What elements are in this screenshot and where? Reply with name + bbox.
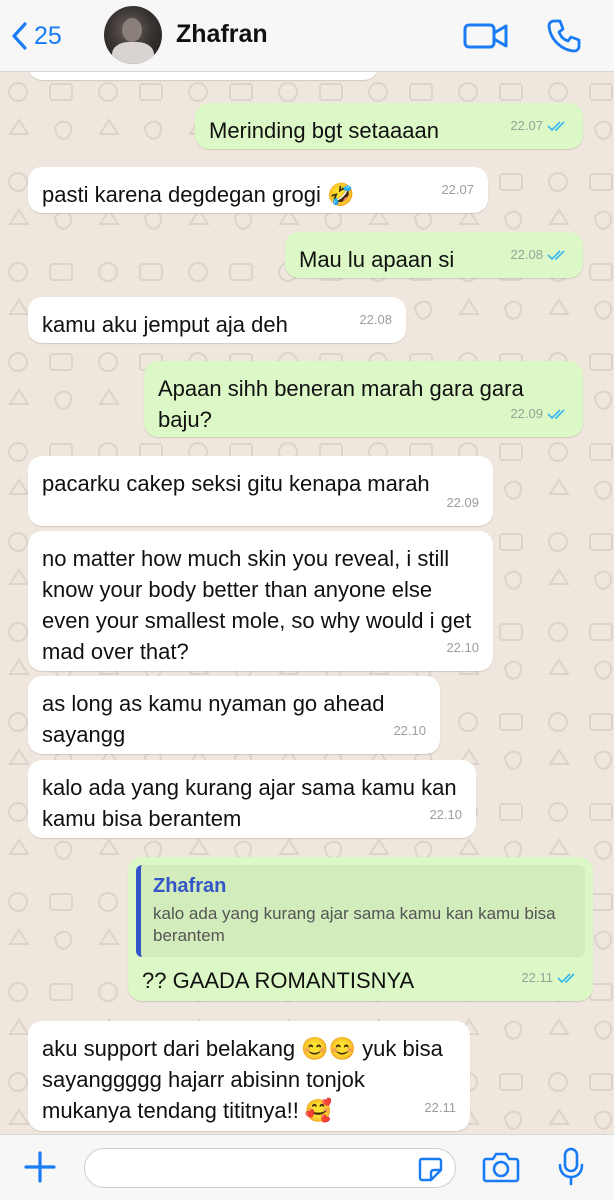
message-text: ?? GAADA ROMANTISNYA: [142, 968, 415, 993]
message-bubble-incoming[interactable]: pacarku cakep seksi gitu kenapa marah 22…: [28, 456, 493, 526]
message-meta: 22.11: [521, 962, 579, 993]
message-time: 22.10: [446, 640, 479, 655]
microphone-button[interactable]: [556, 1147, 586, 1192]
message-time: 22.09: [446, 495, 479, 510]
chat-header: 25 Zhafran: [0, 0, 614, 72]
message-time: 22.08: [510, 247, 543, 262]
message-bubble-partial: [28, 72, 378, 80]
message-meta: 22.09: [510, 398, 569, 429]
message-meta: 22.10: [393, 715, 426, 746]
message-bubble-incoming[interactable]: no matter how much skin you reveal, i st…: [28, 531, 493, 671]
message-list[interactable]: Merinding bgt setaaaan 22.07 pasti karen…: [0, 72, 614, 1134]
message-meta: 22.08: [359, 304, 392, 335]
message-time: 22.11: [424, 1100, 456, 1115]
message-time: 22.11: [521, 970, 553, 985]
message-bubble-reply[interactable]: Zhafran kalo ada yang kurang ajar sama k…: [128, 857, 593, 1001]
double-check-icon: [547, 249, 565, 260]
message-meta: 22.10: [429, 799, 462, 830]
message-meta: 22.08: [510, 239, 569, 270]
microphone-icon: [558, 1147, 584, 1186]
chevron-left-icon: [12, 22, 27, 50]
video-call-icon: [463, 23, 508, 49]
message-text: aku support dari belakang 😊😊 yuk bisa sa…: [42, 1036, 443, 1123]
message-meta: 22.10: [446, 632, 479, 663]
quoted-author: Zhafran: [153, 875, 227, 897]
quoted-text: kalo ada yang kurang ajar sama kamu kan …: [153, 904, 556, 945]
camera-icon: [482, 1152, 520, 1183]
message-text: pasti karena degdegan grogi 🤣: [42, 182, 355, 207]
message-meta: 22.11: [424, 1092, 456, 1123]
message-bubble-incoming[interactable]: aku support dari belakang 😊😊 yuk bisa sa…: [28, 1021, 470, 1131]
message-bubble-incoming[interactable]: kamu aku jemput aja deh 22.08: [28, 297, 406, 343]
sticker-icon: [418, 1157, 443, 1182]
composer-bar: [0, 1134, 614, 1200]
message-time: 22.07: [441, 182, 474, 197]
message-meta: 22.09: [446, 487, 479, 518]
attach-button[interactable]: [22, 1149, 58, 1190]
contact-name[interactable]: Zhafran: [176, 20, 268, 49]
message-time: 22.09: [510, 406, 543, 421]
message-input[interactable]: [84, 1148, 456, 1188]
camera-button[interactable]: [482, 1150, 520, 1189]
quoted-message[interactable]: Zhafran kalo ada yang kurang ajar sama k…: [136, 865, 585, 957]
voice-call-button[interactable]: [546, 18, 582, 59]
plus-icon: [24, 1151, 56, 1183]
message-time: 22.07: [510, 118, 543, 133]
message-bubble-outgoing[interactable]: Merinding bgt setaaaan 22.07: [195, 103, 583, 149]
message-text: Apaan sihh beneran marah gara gara baju?: [158, 376, 524, 432]
message-text: pacarku cakep seksi gitu kenapa marah: [42, 471, 430, 496]
message-text: no matter how much skin you reveal, i st…: [42, 546, 472, 664]
message-bubble-incoming[interactable]: kalo ada yang kurang ajar sama kamu kan …: [28, 760, 476, 838]
double-check-icon: [557, 972, 575, 983]
message-text: kalo ada yang kurang ajar sama kamu kan …: [42, 775, 457, 831]
back-button[interactable]: 25: [10, 18, 62, 54]
message-text: as long as kamu nyaman go ahead sayangg: [42, 691, 385, 747]
double-check-icon: [547, 408, 565, 419]
message-text: kamu aku jemput aja deh: [42, 312, 288, 337]
back-unread-count: 25: [34, 21, 62, 50]
video-call-button[interactable]: [463, 18, 509, 59]
phone-icon: [547, 19, 581, 53]
message-bubble-outgoing[interactable]: Mau lu apaan si 22.08: [285, 232, 583, 278]
message-meta: 22.07: [441, 174, 474, 205]
message-time: 22.10: [393, 723, 426, 738]
double-check-icon: [547, 120, 565, 131]
message-bubble-incoming[interactable]: pasti karena degdegan grogi 🤣 22.07: [28, 167, 488, 213]
sticker-button[interactable]: [417, 1156, 443, 1187]
message-time: 22.10: [429, 807, 462, 822]
message-bubble-outgoing[interactable]: Apaan sihh beneran marah gara gara baju?…: [144, 361, 583, 437]
message-bubble-incoming[interactable]: as long as kamu nyaman go ahead sayangg …: [28, 676, 440, 754]
message-meta: 22.07: [510, 110, 569, 141]
avatar[interactable]: [104, 6, 162, 64]
message-time: 22.08: [359, 312, 392, 327]
